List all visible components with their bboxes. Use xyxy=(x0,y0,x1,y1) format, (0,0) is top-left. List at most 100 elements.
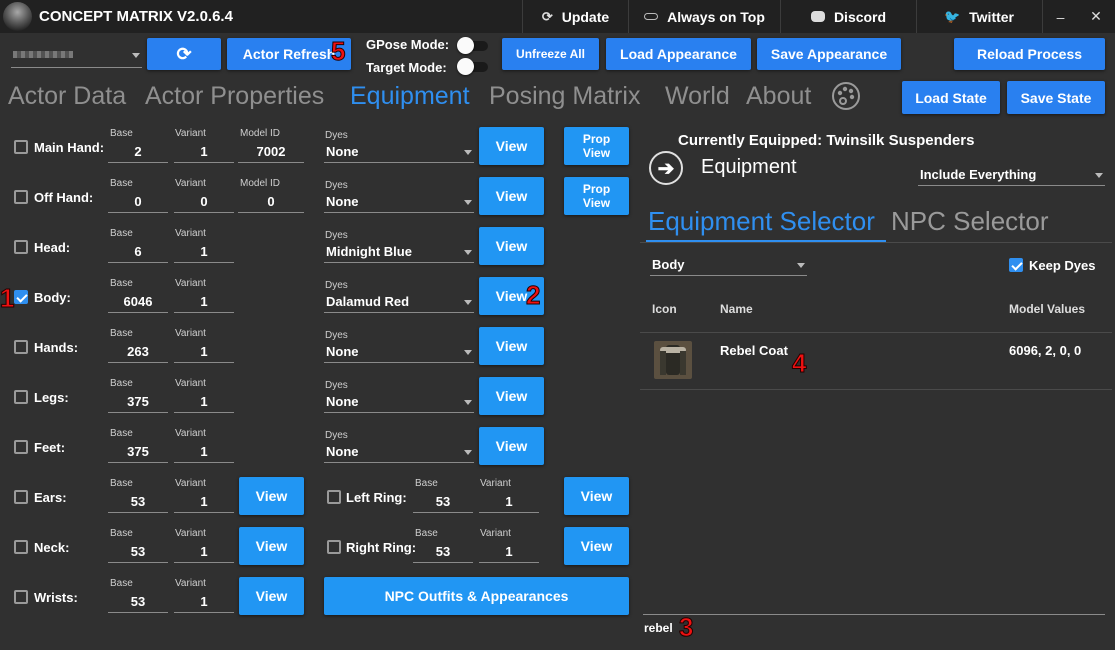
tab-actor-data[interactable]: Actor Data xyxy=(8,82,126,111)
slot-filter-select[interactable]: Body xyxy=(650,256,807,276)
include-filter-select[interactable]: Include Everything xyxy=(918,166,1105,186)
search-input[interactable]: rebel xyxy=(644,621,673,635)
ring-variant-field[interactable]: 1 xyxy=(479,543,539,563)
base-field[interactable]: 263 xyxy=(108,343,168,363)
slot-checkbox[interactable] xyxy=(14,440,28,454)
view-button[interactable]: View xyxy=(479,427,544,465)
table-row[interactable]: Rebel Coat 6096, 2, 0, 0 xyxy=(640,333,1112,389)
minimize-button[interactable]: – xyxy=(1042,0,1078,33)
variant-field[interactable]: 1 xyxy=(174,293,234,313)
variant-caption: Variant xyxy=(175,128,206,139)
view-button[interactable]: View xyxy=(479,127,544,165)
view-button[interactable]: View xyxy=(479,177,544,215)
base-field[interactable]: 2 xyxy=(108,143,168,163)
prop-view-button[interactable]: Prop View xyxy=(564,177,629,215)
variant-field[interactable]: 1 xyxy=(174,493,234,513)
tab-equipment[interactable]: Equipment xyxy=(350,82,470,111)
view-button[interactable]: View xyxy=(239,527,304,565)
view-button[interactable]: View xyxy=(479,327,544,365)
discord-button[interactable]: Discord xyxy=(780,0,916,33)
variant-field[interactable]: 1 xyxy=(174,343,234,363)
slot-checkbox[interactable] xyxy=(14,240,28,254)
tab-world[interactable]: World xyxy=(665,82,730,111)
update-icon: ⟳ xyxy=(541,8,553,24)
annotation-marker-5: 5 xyxy=(330,36,346,67)
variant-field[interactable]: 1 xyxy=(174,543,234,563)
slot-checkbox[interactable] xyxy=(14,190,28,204)
variant-field[interactable]: 0 xyxy=(174,193,234,213)
chevron-down-icon xyxy=(464,400,472,405)
ring-view-button[interactable]: View xyxy=(564,477,629,515)
save-state-button[interactable]: Save State xyxy=(1007,81,1105,114)
slot-checkbox[interactable] xyxy=(14,390,28,404)
refresh-button[interactable]: ⟳ xyxy=(147,38,221,70)
ring-checkbox[interactable] xyxy=(327,490,341,504)
tab-posing-matrix[interactable]: Posing Matrix xyxy=(489,82,640,111)
base-field[interactable]: 53 xyxy=(108,493,168,513)
model-id-field[interactable]: 7002 xyxy=(238,143,304,163)
dye-select[interactable]: None xyxy=(324,393,474,413)
ring-label: Left Ring: xyxy=(346,490,407,505)
base-field[interactable]: 0 xyxy=(108,193,168,213)
slot-checkbox[interactable] xyxy=(14,140,28,154)
variant-field[interactable]: 1 xyxy=(174,243,234,263)
coat-icon xyxy=(654,341,692,379)
view-button[interactable]: View xyxy=(239,477,304,515)
base-field[interactable]: 53 xyxy=(108,543,168,563)
dye-select[interactable]: None xyxy=(324,443,474,463)
dye-select[interactable]: Dalamud Red xyxy=(324,293,474,313)
view-button[interactable]: View xyxy=(479,377,544,415)
npc-outfits-button[interactable]: NPC Outfits & Appearances xyxy=(324,577,629,615)
view-button[interactable]: View xyxy=(479,227,544,265)
slot-checkbox[interactable] xyxy=(14,290,28,304)
arrow-right-icon[interactable]: ➔ xyxy=(649,151,683,185)
variant-field[interactable]: 1 xyxy=(174,393,234,413)
variant-field[interactable]: 1 xyxy=(174,143,234,163)
keep-dyes-checkbox[interactable] xyxy=(1009,258,1023,272)
slot-checkbox[interactable] xyxy=(14,590,28,604)
ring-base-field[interactable]: 53 xyxy=(413,543,473,563)
ring-view-button[interactable]: View xyxy=(564,527,629,565)
ring-base-field[interactable]: 53 xyxy=(413,493,473,513)
dye-select[interactable]: None xyxy=(324,143,474,163)
variant-field[interactable]: 1 xyxy=(174,593,234,613)
update-button[interactable]: ⟳ Update xyxy=(522,0,628,33)
base-field[interactable]: 6046 xyxy=(108,293,168,313)
slot-checkbox[interactable] xyxy=(14,540,28,554)
dye-select[interactable]: None xyxy=(324,343,474,363)
unfreeze-all-button[interactable]: Unfreeze All xyxy=(502,38,599,70)
reload-process-button[interactable]: Reload Process xyxy=(954,38,1105,70)
tab-actor-properties[interactable]: Actor Properties xyxy=(145,82,324,111)
discord-icon xyxy=(810,11,825,22)
load-state-button[interactable]: Load State xyxy=(902,81,1000,114)
slot-checkbox[interactable] xyxy=(14,340,28,354)
twitter-button[interactable]: 🐦 Twitter xyxy=(916,0,1041,33)
load-appearance-button[interactable]: Load Appearance xyxy=(606,38,751,70)
slot-checkbox[interactable] xyxy=(14,490,28,504)
minimize-icon: – xyxy=(1056,8,1065,25)
dye-select[interactable]: None xyxy=(324,193,474,213)
always-on-top-button[interactable]: Always on Top xyxy=(628,0,780,33)
subtab-equipment-selector[interactable]: Equipment Selector xyxy=(648,206,875,237)
currently-equipped: Currently Equipped: Twinsilk Suspenders xyxy=(678,132,975,149)
base-field[interactable]: 375 xyxy=(108,443,168,463)
ring-checkbox[interactable] xyxy=(327,540,341,554)
target-mode-toggle[interactable] xyxy=(457,58,489,75)
close-button[interactable]: ✕ xyxy=(1078,0,1114,33)
base-field[interactable]: 53 xyxy=(108,593,168,613)
palette-icon[interactable] xyxy=(830,80,862,112)
actor-select[interactable] xyxy=(11,42,142,68)
dye-select[interactable]: Midnight Blue xyxy=(324,243,474,263)
save-appearance-button[interactable]: Save Appearance xyxy=(757,38,901,70)
base-field[interactable]: 6 xyxy=(108,243,168,263)
prop-view-button[interactable]: Prop View xyxy=(564,127,629,165)
subtab-npc-selector[interactable]: NPC Selector xyxy=(891,206,1049,237)
base-field[interactable]: 375 xyxy=(108,393,168,413)
variant-field[interactable]: 1 xyxy=(174,443,234,463)
gpose-mode-toggle[interactable] xyxy=(457,37,489,54)
view-button[interactable]: View xyxy=(239,577,304,615)
tab-about[interactable]: About xyxy=(746,82,811,111)
dye-value: None xyxy=(326,144,359,159)
ring-variant-field[interactable]: 1 xyxy=(479,493,539,513)
model-id-field[interactable]: 0 xyxy=(238,193,304,213)
